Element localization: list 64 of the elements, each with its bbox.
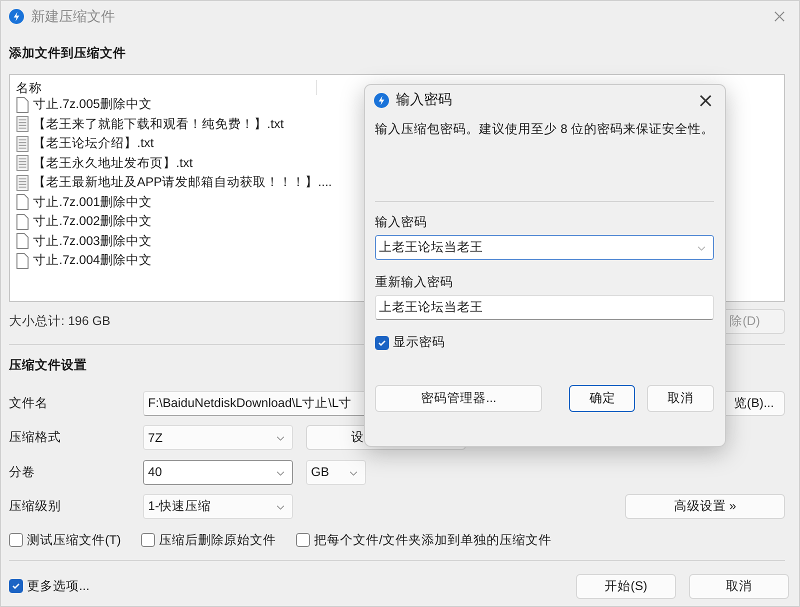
checkmark-icon [11, 581, 21, 591]
format-select[interactable]: 7Z [143, 425, 293, 450]
checkbox[interactable] [9, 533, 23, 547]
file-icon [16, 96, 29, 113]
password-combobox[interactable]: 上老王论坛当老王 [375, 235, 714, 260]
window-title: 新建压缩文件 [31, 8, 116, 26]
file-icon [16, 233, 29, 250]
file-name[interactable]: 寸止.7z.004删除中文 [33, 252, 152, 270]
field-label: 分卷 [9, 464, 36, 481]
file-name[interactable]: 寸止.7z.003删除中文 [33, 232, 152, 250]
section-heading: 压缩文件设置 [9, 357, 88, 374]
dialog-button[interactable]: 确定 [569, 385, 636, 412]
chevron-down-icon [276, 505, 285, 510]
description-text: 输入压缩包密码。建议使用至少 8 位的密码来保证安全性。 [375, 121, 714, 138]
file-name[interactable]: 【老王论坛介绍】.txt [33, 135, 154, 152]
level-select[interactable]: 1-快速压缩 [143, 494, 293, 520]
file-icon [16, 194, 29, 210]
dialog-button[interactable]: 密码管理器... [375, 385, 542, 412]
file-name[interactable]: 寸止.7z.001删除中文 [33, 194, 152, 211]
checkbox[interactable] [9, 579, 23, 593]
checkbox-label: 压缩后删除原始文件 [158, 532, 276, 548]
checkbox-label: 更多选项... [27, 578, 90, 594]
app-logo-icon [9, 9, 24, 24]
confirm-password-field[interactable]: 上老王论坛当老王 [375, 295, 714, 320]
file-name[interactable]: 寸止.7z.005删除中文 [33, 96, 152, 114]
field-label: 重新输入密码 [375, 274, 454, 288]
checkbox-label: 把每个文件/文件夹添加到单独的压缩文件 [314, 532, 552, 548]
text-file-icon [16, 136, 29, 152]
checkbox[interactable] [140, 533, 155, 547]
checkbox-label: 测试压缩文件(T) [27, 532, 121, 548]
field-label: 输入密码 [375, 214, 428, 228]
close-button[interactable]: × [697, 90, 714, 110]
checkbox-label: 显示密码 [393, 334, 445, 351]
chevron-down-icon [276, 470, 285, 476]
dialog-button[interactable]: 取消 [689, 574, 789, 598]
advanced-button[interactable]: 高级设置 » [625, 494, 785, 520]
file-name[interactable]: 寸止.7z.002删除中文 [33, 213, 152, 230]
unit-select[interactable]: GB [306, 460, 366, 485]
total-size: 大小总计: 196 GB [9, 312, 110, 330]
chevron-down-icon [349, 470, 358, 476]
chevron-down-icon [276, 436, 285, 442]
close-icon[interactable] [774, 11, 785, 22]
dialog-button[interactable]: 取消 [647, 385, 714, 412]
dialog-title: 输入密码 [396, 91, 453, 109]
checkbox[interactable] [296, 533, 310, 547]
column-header[interactable]: 名称 [16, 80, 42, 97]
checkbox[interactable] [375, 336, 389, 350]
file-name[interactable]: 【老王永久地址发布页】.txt [33, 154, 193, 172]
text-file-icon [16, 174, 29, 191]
text-file-icon [16, 116, 29, 132]
field-label: 文件名 [9, 394, 49, 412]
file-icon [16, 214, 29, 230]
field-label: 压缩级别 [9, 498, 62, 516]
app-logo-icon [374, 92, 389, 108]
dialog-button[interactable]: 开始(S) [576, 574, 676, 598]
checkmark-icon [377, 338, 387, 348]
file-name[interactable]: 【老王最新地址及APP请发邮箱自动获取！！！】.... [33, 174, 332, 192]
file-icon [16, 252, 29, 269]
field-label: 压缩格式 [9, 429, 62, 446]
volume-size-combobox[interactable]: 40 [143, 460, 293, 485]
file-name[interactable]: 【老王来了就能下载和观看！纯免费！】.txt [33, 116, 284, 133]
text-file-icon [16, 155, 29, 172]
section-heading: 添加文件到压缩文件 [9, 45, 127, 62]
chevron-down-icon [697, 246, 706, 251]
